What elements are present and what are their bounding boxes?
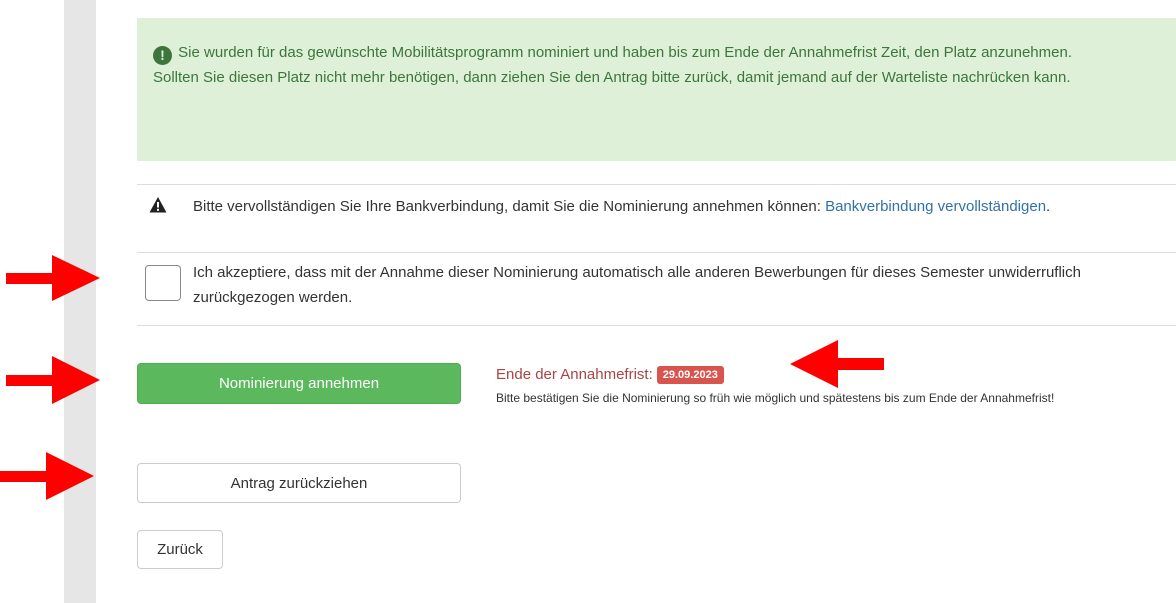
deadline-date-badge: 29.09.2023 bbox=[656, 366, 724, 384]
deadline-label: Ende der Annahmefrist: bbox=[496, 366, 653, 383]
warning-triangle-icon bbox=[149, 197, 167, 213]
warning-text: Bitte vervollständigen Sie Ihre Bankverb… bbox=[193, 194, 1153, 219]
accept-nomination-button[interactable]: Nominierung annehmen bbox=[137, 363, 461, 404]
complete-bank-details-link[interactable]: Bankverbindung vervollständigen bbox=[825, 198, 1046, 215]
withdraw-application-button[interactable]: Antrag zurückziehen bbox=[137, 463, 461, 503]
divider bbox=[137, 325, 1176, 326]
annotation-arrow-right-icon bbox=[0, 452, 94, 500]
alert-line-2: Sollten Sie diesen Platz nicht mehr benö… bbox=[153, 69, 1071, 86]
divider bbox=[137, 184, 1176, 185]
annotation-arrow-right-icon bbox=[6, 255, 100, 301]
annotation-arrow-right-icon bbox=[6, 356, 100, 404]
back-button[interactable]: Zurück bbox=[137, 530, 223, 569]
annotation-arrow-left-icon bbox=[790, 340, 884, 388]
nomination-success-alert: ! Sie wurden für das gewünschte Mobilitä… bbox=[137, 18, 1176, 161]
consent-checkbox[interactable] bbox=[145, 265, 181, 301]
deadline-note: Bitte bestätigen Sie die Nominierung so … bbox=[496, 391, 1055, 405]
exclamation-circle-icon: ! bbox=[153, 46, 172, 65]
warning-suffix: . bbox=[1046, 198, 1051, 215]
divider bbox=[137, 252, 1176, 253]
consent-label: Ich akzeptiere, dass mit der Annahme die… bbox=[193, 264, 1081, 306]
warning-message: Bitte vervollständigen Sie Ihre Bankverb… bbox=[193, 198, 826, 215]
alert-line-1: Sie wurden für das gewünschte Mobilitäts… bbox=[178, 44, 1072, 61]
